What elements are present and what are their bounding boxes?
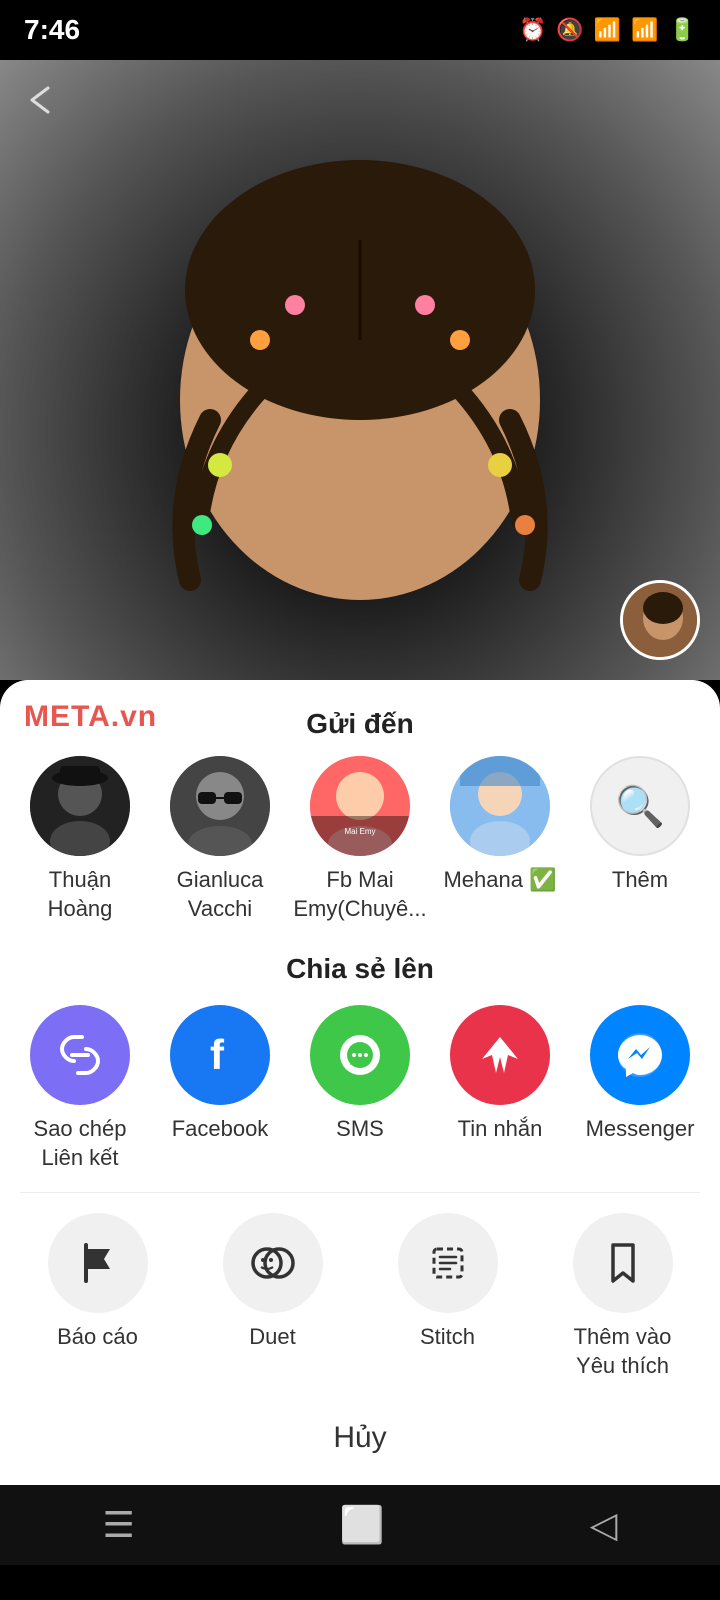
contacts-row: ThuậnHoàng GianlucaVacchi xyxy=(0,756,720,943)
signal-icon: 📶 xyxy=(631,17,658,43)
meta-logo: META.vn xyxy=(24,700,157,734)
video-content-svg xyxy=(110,120,610,620)
contact-name-more: Thêm xyxy=(612,866,668,895)
duet-label: Duet xyxy=(249,1323,295,1352)
video-background xyxy=(0,60,720,680)
back-button[interactable] xyxy=(20,80,60,128)
contact-avatar-fbmai: Mai Emy xyxy=(310,756,410,856)
cancel-button[interactable]: Hủy xyxy=(0,1401,720,1465)
contact-item-mehana[interactable]: Mehana ✅ xyxy=(440,756,560,895)
baocao-label: Báo cáo xyxy=(57,1323,138,1352)
baocao-icon xyxy=(48,1213,148,1313)
status-icons: ⏰ 🔕 📶 📶 🔋 xyxy=(519,17,696,43)
facebook-icon: f xyxy=(170,1005,270,1105)
alarm-icon: ⏰ xyxy=(519,17,546,43)
tin-nhan-label: Tin nhắn xyxy=(458,1115,543,1144)
svg-text:f: f xyxy=(210,1031,225,1078)
tin-nhan-icon xyxy=(450,1005,550,1105)
contact-name-gianluca: GianlucaVacchi xyxy=(177,866,264,923)
stitch-icon xyxy=(398,1213,498,1313)
status-time: 7:46 xyxy=(24,14,80,46)
nav-bar: ☰ ⬜ ◁ xyxy=(0,1485,720,1565)
duet-icon xyxy=(223,1213,323,1313)
contact-item-more[interactable]: 🔍 Thêm xyxy=(580,756,700,895)
share-row: Sao chépLiên kết f Facebook xyxy=(0,1005,720,1192)
status-bar: 7:46 ⏰ 🔕 📶 📶 🔋 xyxy=(0,0,720,60)
meta-logo-text: META.vn xyxy=(24,700,157,733)
svg-text:Mai Emy: Mai Emy xyxy=(344,827,375,836)
contact-name-fbmai: Fb MaiEmy(Chuyê... xyxy=(293,866,426,923)
action-item-duet[interactable]: Duet xyxy=(193,1213,353,1352)
share-item-sms[interactable]: SMS xyxy=(300,1005,420,1144)
sms-label: SMS xyxy=(336,1115,384,1144)
yeuthich-icon xyxy=(573,1213,673,1313)
contact-item-thuan[interactable]: ThuậnHoàng xyxy=(20,756,140,923)
messenger-icon xyxy=(590,1005,690,1105)
contact-item-fbmai[interactable]: Mai Emy Fb MaiEmy(Chuyê... xyxy=(300,756,420,923)
share-section-title: Chia sẻ lên xyxy=(0,943,720,1005)
contact-avatar-thuan xyxy=(30,756,130,856)
nav-back-icon[interactable]: ◁ xyxy=(590,1504,618,1546)
share-item-copy[interactable]: Sao chépLiên kết xyxy=(20,1005,140,1172)
action-item-baocao[interactable]: Báo cáo xyxy=(18,1213,178,1352)
stitch-label: Stitch xyxy=(420,1323,475,1352)
action-item-stitch[interactable]: Stitch xyxy=(368,1213,528,1352)
action-row: Báo cáo Duet xyxy=(0,1213,720,1400)
corner-avatar[interactable] xyxy=(620,580,700,660)
bottom-sheet: META.vn Gửi đến ThuậnHoàng xyxy=(0,680,720,1485)
share-item-facebook[interactable]: f Facebook xyxy=(160,1005,280,1144)
contact-avatar-more: 🔍 xyxy=(590,756,690,856)
video-area xyxy=(0,60,720,680)
facebook-label: Facebook xyxy=(172,1115,269,1144)
messenger-label: Messenger xyxy=(586,1115,695,1144)
contact-avatar-gianluca xyxy=(170,756,270,856)
share-item-messenger[interactable]: Messenger xyxy=(580,1005,700,1144)
contact-avatar-mehana xyxy=(450,756,550,856)
contact-item-gianluca[interactable]: GianlucaVacchi xyxy=(160,756,280,923)
share-item-tin-nhan[interactable]: Tin nhắn xyxy=(440,1005,560,1144)
sms-icon xyxy=(310,1005,410,1105)
copy-link-label: Sao chépLiên kết xyxy=(34,1115,127,1172)
mute-icon: 🔕 xyxy=(556,17,583,43)
battery-icon: 🔋 xyxy=(669,17,696,43)
wifi-icon: 📶 xyxy=(594,17,621,43)
contact-name-mehana: Mehana ✅ xyxy=(443,866,556,895)
copy-link-icon xyxy=(30,1005,130,1105)
nav-menu-icon[interactable]: ☰ xyxy=(103,1504,135,1546)
yeuthich-label: Thêm vàoYêu thích xyxy=(574,1323,672,1380)
contact-name-thuan: ThuậnHoàng xyxy=(48,866,113,923)
nav-home-icon[interactable]: ⬜ xyxy=(340,1504,385,1546)
action-item-yeuthich[interactable]: Thêm vàoYêu thích xyxy=(543,1213,703,1380)
search-icon: 🔍 xyxy=(615,783,665,830)
divider xyxy=(20,1192,700,1193)
